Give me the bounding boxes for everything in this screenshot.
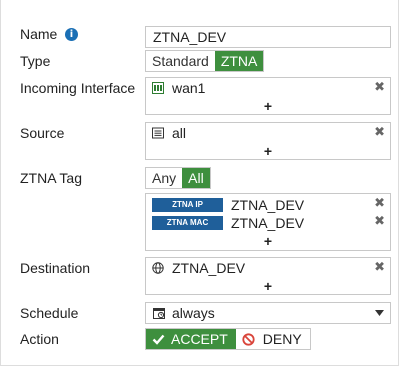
name-label: Name <box>20 26 58 42</box>
close-icon[interactable]: ✖ <box>374 260 385 275</box>
close-icon[interactable]: ✖ <box>374 196 385 211</box>
deny-label: DENY <box>262 331 302 347</box>
action-toggle: ACCEPT DENY <box>145 328 311 350</box>
destination-label: Destination <box>20 260 91 276</box>
ztna-tag-value: ZTNA_DEV <box>231 215 305 231</box>
add-interface-button[interactable]: + <box>146 98 390 114</box>
schedule-value: always <box>172 305 215 321</box>
incoming-interface-label: Incoming Interface <box>20 80 136 96</box>
list-item: ZTNA IP ZTNA_DEV <box>152 197 304 213</box>
chevron-down-icon <box>375 310 384 316</box>
policy-form: Name i ZTNA_DEV Type Standard ZTNA Incom… <box>0 0 399 366</box>
list-item: all <box>152 125 186 141</box>
destination-list[interactable]: ZTNA_DEV ✖ + <box>145 257 391 295</box>
close-icon[interactable]: ✖ <box>374 125 385 140</box>
close-icon[interactable]: ✖ <box>374 214 385 229</box>
list-item: wan1 <box>152 80 205 96</box>
name-input[interactable]: ZTNA_DEV <box>145 26 391 48</box>
source-list[interactable]: all ✖ + <box>145 122 391 160</box>
ztna-ip-badge: ZTNA IP <box>152 198 223 212</box>
type-option-ztna[interactable]: ZTNA <box>214 51 264 71</box>
ztna-tag-list[interactable]: ZTNA IP ZTNA_DEV ✖ ZTNA MAC ZTNA_DEV ✖ + <box>145 193 391 251</box>
add-source-button[interactable]: + <box>146 143 390 159</box>
port-icon <box>152 82 164 94</box>
ztna-tag-toggle: Any All <box>145 167 211 189</box>
type-option-standard[interactable]: Standard <box>146 51 215 71</box>
accept-button[interactable]: ACCEPT <box>146 329 236 349</box>
list-item: ZTNA_DEV <box>152 260 245 276</box>
ztna-tag-label: ZTNA Tag <box>20 170 82 186</box>
ztna-mac-badge: ZTNA MAC <box>152 216 223 230</box>
ztna-tag-option-all[interactable]: All <box>182 168 210 188</box>
add-destination-button[interactable]: + <box>146 278 390 294</box>
check-icon <box>152 334 165 345</box>
interface-value: wan1 <box>172 80 206 96</box>
ztna-tag-option-any[interactable]: Any <box>146 168 182 188</box>
add-ztna-tag-button[interactable]: + <box>146 233 390 249</box>
deny-icon <box>242 332 255 346</box>
calendar-icon <box>153 308 165 319</box>
list-item: ZTNA MAC ZTNA_DEV <box>152 215 304 231</box>
source-label: Source <box>20 125 65 141</box>
address-list-icon <box>152 127 164 139</box>
destination-value: ZTNA_DEV <box>172 260 246 276</box>
incoming-interface-list[interactable]: wan1 ✖ + <box>145 77 391 115</box>
accept-label: ACCEPT <box>171 331 228 347</box>
globe-icon <box>152 262 164 274</box>
deny-button[interactable]: DENY <box>235 329 310 349</box>
ztna-tag-value: ZTNA_DEV <box>231 197 305 213</box>
schedule-label: Schedule <box>20 305 79 321</box>
type-toggle: Standard ZTNA <box>145 50 265 72</box>
action-label: Action <box>20 331 59 347</box>
source-value: all <box>172 125 187 141</box>
info-icon[interactable]: i <box>65 28 78 41</box>
close-icon[interactable]: ✖ <box>374 80 385 95</box>
type-label: Type <box>20 53 51 69</box>
schedule-select[interactable]: always <box>145 302 391 324</box>
